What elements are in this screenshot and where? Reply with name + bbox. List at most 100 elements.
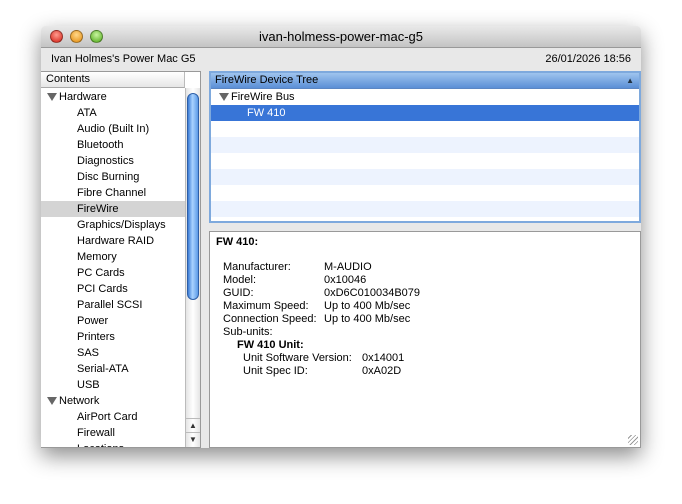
unit-title: FW 410 Unit:: [237, 339, 304, 351]
sidebar-item-label: USB: [77, 379, 100, 391]
field-label: Sub-units:: [223, 326, 273, 338]
field-value: Up to 400 Mb/sec: [324, 300, 411, 312]
window-title: ivan-holmess-power-mac-g5: [259, 29, 423, 44]
sidebar-item[interactable]: Printers: [41, 329, 185, 345]
sidebar-item-label: Hardware: [59, 91, 107, 103]
sidebar-item-label: Graphics/Displays: [77, 219, 166, 231]
sidebar-item[interactable]: Firewall: [41, 425, 185, 441]
field-value: Up to 400 Mb/sec: [324, 313, 411, 325]
sidebar-item[interactable]: Network: [41, 393, 185, 409]
sidebar-item[interactable]: Fibre Channel: [41, 185, 185, 201]
sidebar-item-label: FireWire: [77, 203, 119, 215]
sidebar-scrollbar[interactable]: ▲ ▼: [185, 88, 200, 447]
field-label: Unit Spec ID:: [243, 365, 308, 377]
field-value: 0x10046: [324, 274, 367, 286]
sidebar-item[interactable]: Bluetooth: [41, 137, 185, 153]
detail-field: Connection Speed: Up to 400 Mb/sec: [216, 313, 634, 326]
sidebar-item[interactable]: SAS: [41, 345, 185, 361]
sidebar-item-label: Printers: [77, 331, 115, 343]
sidebar-item[interactable]: Power: [41, 313, 185, 329]
sidebar-item[interactable]: Parallel SCSI: [41, 297, 185, 313]
sidebar-item[interactable]: Locations: [41, 441, 185, 447]
field-label: Connection Speed:: [223, 313, 317, 325]
field-label: Model:: [223, 274, 257, 286]
sidebar-item-label: Hardware RAID: [77, 235, 155, 247]
detail-field: Manufacturer: M-AUDIO: [216, 261, 634, 274]
sidebar-item[interactable]: AirPort Card: [41, 409, 185, 425]
sidebar-item-label: PC Cards: [77, 267, 125, 279]
sidebar-item[interactable]: Disc Burning: [41, 169, 185, 185]
sidebar-item-label: ATA: [77, 107, 97, 119]
detail-title: FW 410:: [216, 236, 259, 248]
contents-header[interactable]: Contents: [41, 72, 185, 88]
sidebar-item-label: Diagnostics: [77, 155, 134, 167]
sidebar-item[interactable]: Diagnostics: [41, 153, 185, 169]
contents-list: Hardware ATA Audio (Built In) Bluetooth Diag…: [41, 89, 185, 447]
sidebar-item[interactable]: Audio (Built In): [41, 121, 185, 137]
sidebar-item-label: Serial-ATA: [77, 363, 129, 375]
field-label: Maximum Speed:: [223, 300, 309, 312]
sidebar-item[interactable]: Serial-ATA: [41, 361, 185, 377]
sort-ascending-icon: ▲: [626, 76, 634, 85]
detail-field: Sub-units:: [216, 326, 634, 339]
sidebar-item-label: SAS: [77, 347, 100, 359]
sidebar-item-label: Locations: [77, 443, 124, 447]
sidebar-item[interactable]: Memory: [41, 249, 185, 265]
sidebar-item-label: Network: [59, 395, 100, 407]
sidebar-item-label: Memory: [77, 251, 117, 263]
field-value: 0xA02D: [362, 365, 402, 377]
minimize-button[interactable]: [70, 30, 83, 43]
disclosure-triangle-icon[interactable]: [47, 93, 57, 101]
empty-row: [211, 121, 639, 137]
device-tree-header-label: FireWire Device Tree: [215, 74, 319, 86]
disclosure-triangle-icon[interactable]: [219, 93, 229, 101]
contents-sidebar: Contents Hardware ATA Audio (Built In) Blue…: [41, 71, 201, 448]
disclosure-triangle-icon[interactable]: [47, 397, 57, 405]
scroll-up-arrow-icon[interactable]: ▲: [186, 418, 200, 432]
tree-row-device[interactable]: FW 410: [211, 105, 639, 121]
device-tree-header[interactable]: FireWire Device Tree ▲: [211, 73, 639, 89]
scroll-thumb[interactable]: [187, 93, 199, 300]
resize-grip-icon[interactable]: [628, 435, 638, 445]
zoom-button[interactable]: [90, 30, 103, 43]
title-bar[interactable]: ivan-holmess-power-mac-g5: [41, 26, 641, 48]
datetime: 26/01/2026 18:56: [545, 53, 631, 65]
sidebar-item[interactable]: PC Cards: [41, 265, 185, 281]
sidebar-item[interactable]: Graphics/Displays: [41, 217, 185, 233]
field-value: 0xD6C010034B079: [324, 287, 421, 299]
tree-row-label: FireWire Bus: [231, 91, 295, 103]
sidebar-item-label: Parallel SCSI: [77, 299, 143, 311]
empty-row: [211, 137, 639, 153]
detail-pane: FW 410: Manufacturer: M-AUDIO Model: 0x1004…: [209, 231, 641, 448]
split-view-divider[interactable]: [201, 71, 209, 448]
field-label: Unit Software Version:: [243, 352, 352, 364]
sidebar-item-label: Audio (Built In): [77, 123, 150, 135]
scroll-down-arrow-icon[interactable]: ▼: [186, 432, 200, 446]
field-label: GUID:: [223, 287, 254, 299]
computer-name: Ivan Holmes's Power Mac G5: [51, 53, 196, 65]
sidebar-item[interactable]: Hardware: [41, 89, 185, 105]
detail-field: Unit Software Version: 0x14001: [216, 352, 634, 365]
sidebar-item-label: AirPort Card: [77, 411, 138, 423]
detail-field: GUID: 0xD6C010034B079: [216, 287, 634, 300]
sidebar-item[interactable]: Hardware RAID: [41, 233, 185, 249]
detail-field: Unit Spec ID: 0xA02D: [216, 365, 634, 378]
sidebar-item-label: Firewall: [77, 427, 115, 439]
sidebar-item[interactable]: FireWire: [41, 201, 185, 217]
field-label: Manufacturer:: [223, 261, 291, 273]
detail-field: Maximum Speed: Up to 400 Mb/sec: [216, 300, 634, 313]
tree-row-bus[interactable]: FireWire Bus: [211, 89, 639, 105]
close-button[interactable]: [50, 30, 63, 43]
sidebar-item[interactable]: PCI Cards: [41, 281, 185, 297]
empty-row: [211, 201, 639, 217]
sidebar-item-label: Disc Burning: [77, 171, 140, 183]
sidebar-item[interactable]: USB: [41, 377, 185, 393]
empty-row: [211, 153, 639, 169]
sidebar-item-label: PCI Cards: [77, 283, 128, 295]
sidebar-item-label: Bluetooth: [77, 139, 124, 151]
sidebar-item[interactable]: ATA: [41, 105, 185, 121]
sidebar-item-label: Fibre Channel: [77, 187, 147, 199]
empty-row: [211, 185, 639, 201]
field-value: M-AUDIO: [324, 261, 372, 273]
tree-row-label: FW 410: [247, 107, 286, 119]
